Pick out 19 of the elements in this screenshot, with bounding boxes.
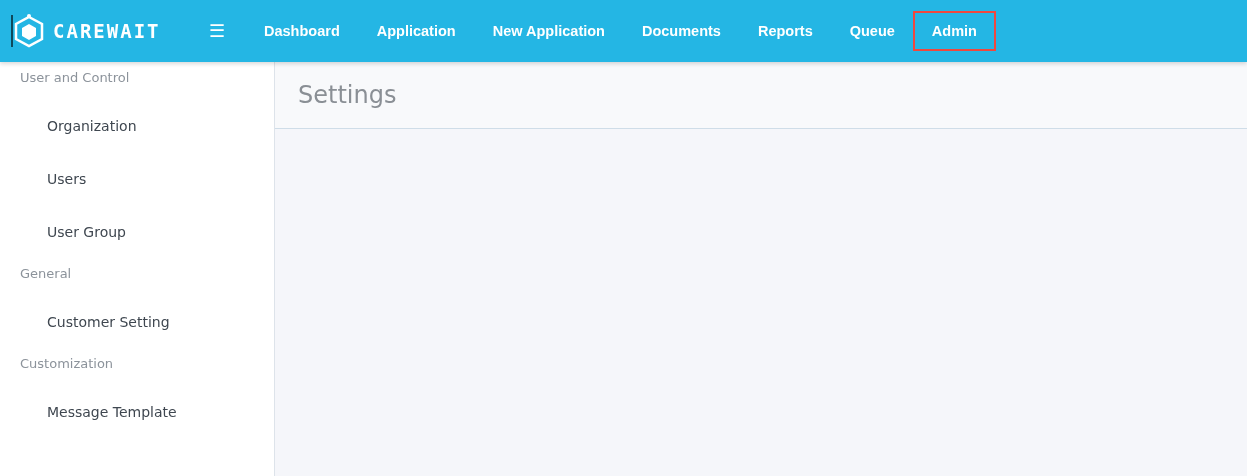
section-heading: User and Control <box>19 69 131 87</box>
nav-tab[interactable]: Application <box>357 11 475 51</box>
section-heading: General <box>19 265 73 283</box>
sidebar-item[interactable]: User Group <box>0 205 274 258</box>
nav-tab[interactable]: New Application <box>473 11 624 51</box>
brand-name: CAREWAIT <box>53 20 161 42</box>
section-heading: Customization <box>19 355 115 373</box>
nav-tab[interactable]: Documents <box>622 11 740 51</box>
menu-button[interactable]: ☰ <box>201 20 233 42</box>
cube-logo-icon <box>11 13 45 49</box>
nav-tab[interactable]: Dashboard <box>245 11 359 51</box>
nav-tab[interactable]: Queue <box>830 11 914 51</box>
nav-tab[interactable]: Reports <box>738 11 832 51</box>
nav-tab[interactable]: Admin <box>912 11 996 51</box>
sidebar-item[interactable]: Customer Setting <box>0 295 274 348</box>
page-title: Settings <box>298 81 397 109</box>
sidebar-item[interactable]: Organization <box>0 99 274 152</box>
sidebar-item[interactable]: Message Template <box>0 385 274 438</box>
sidebar-item[interactable]: Users <box>0 152 274 205</box>
